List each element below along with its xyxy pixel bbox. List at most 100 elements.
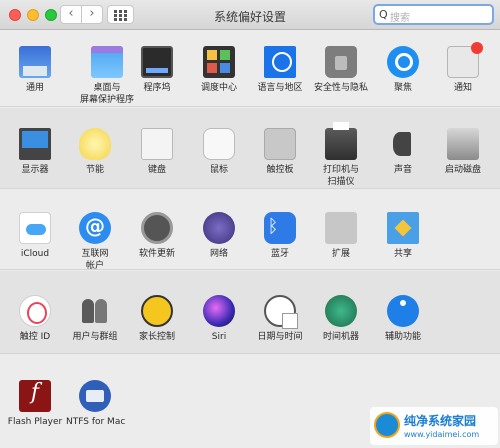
- pane-internet-accounts[interactable]: 互联网 帐户: [66, 212, 124, 272]
- pane-flash-player[interactable]: Flash Player: [6, 380, 64, 428]
- pane-label: 启动磁盘: [444, 165, 481, 175]
- bluetooth-icon: [264, 212, 296, 244]
- pane-extensions[interactable]: 扩展: [312, 212, 370, 260]
- software-update-icon: [141, 212, 173, 244]
- pane-label: 声音: [393, 165, 412, 175]
- users-groups-icon: [79, 295, 111, 327]
- pane-label: 显示器: [21, 165, 49, 175]
- parental-controls-icon: [141, 295, 173, 327]
- pane-sharing[interactable]: 共享: [374, 212, 432, 260]
- pane-label: 家长控制: [138, 332, 175, 342]
- dock-icon: [141, 46, 173, 78]
- search-placeholder: 搜索: [390, 13, 410, 24]
- pane-trackpad[interactable]: 触控板: [251, 128, 309, 176]
- pane-mission-control[interactable]: 调度中心: [190, 46, 248, 94]
- pane-label: 节能: [85, 165, 104, 175]
- pane-label: 键盘: [147, 165, 166, 175]
- search-field[interactable]: Q 搜索: [373, 4, 494, 25]
- pane-energy-saver[interactable]: 节能: [66, 128, 124, 176]
- general-icon: [19, 46, 51, 78]
- pane-sound[interactable]: 声音: [374, 128, 432, 176]
- mouse-icon: [203, 128, 235, 160]
- pane-label: 打印机与 扫描仪: [322, 165, 359, 187]
- pane-language-region[interactable]: 语言与地区: [251, 46, 309, 94]
- pane-touch-id[interactable]: 触控 ID: [6, 295, 64, 343]
- pane-label: iCloud: [20, 249, 50, 259]
- touch-id-icon: [19, 295, 51, 327]
- icloud-icon: [19, 212, 51, 244]
- pane-general[interactable]: 通用: [6, 46, 64, 94]
- flash-player-icon: [19, 380, 51, 412]
- pane-software-update[interactable]: 软件更新: [128, 212, 186, 260]
- pane-label: 蓝牙: [270, 249, 289, 259]
- section-system: 触控 ID 用户与群组 家长控制 Siri 日期与时间 时间机器 辅助功能: [0, 271, 500, 354]
- pane-label: 触控 ID: [19, 332, 51, 342]
- pane-ntfs-for-mac[interactable]: NTFS for Mac: [66, 380, 126, 428]
- pane-label: 日期与时间: [257, 332, 303, 342]
- watermark-title: 纯净系统家园: [404, 414, 477, 428]
- internet-accounts-icon: [79, 212, 111, 244]
- pane-label: 调度中心: [200, 83, 237, 93]
- security-privacy-icon: [325, 46, 357, 78]
- pane-label: 扩展: [331, 249, 350, 259]
- pane-displays[interactable]: 显示器: [6, 128, 64, 176]
- pane-dock[interactable]: 程序坞: [128, 46, 186, 94]
- pane-label: NTFS for Mac: [66, 417, 126, 427]
- pane-label: 触控板: [266, 165, 294, 175]
- pane-startup-disk[interactable]: 启动磁盘: [434, 128, 492, 176]
- extensions-icon: [325, 212, 357, 244]
- title-bar: ‹ › 系统偏好设置 Q 搜索: [0, 0, 500, 30]
- pane-accessibility[interactable]: 辅助功能: [374, 295, 432, 343]
- mission-control-icon: [203, 46, 235, 78]
- watermark-url: www.yidaimei.com: [404, 430, 480, 439]
- pane-label: 时间机器: [322, 332, 359, 342]
- pane-users-groups[interactable]: 用户与群组: [66, 295, 124, 343]
- energy-saver-icon: [79, 128, 111, 160]
- siri-icon: [203, 295, 235, 327]
- pane-label: 用户与群组: [72, 332, 118, 342]
- startup-disk-icon: [447, 128, 479, 160]
- pane-network[interactable]: 网络: [190, 212, 248, 260]
- pane-printers-scanners[interactable]: 打印机与 扫描仪: [312, 122, 370, 188]
- displays-icon: [19, 128, 51, 160]
- date-time-icon: [264, 295, 298, 329]
- pane-label: 网络: [209, 249, 228, 259]
- spotlight-icon: [387, 46, 419, 78]
- pane-label: 共享: [393, 249, 412, 259]
- pane-keyboard[interactable]: 键盘: [128, 128, 186, 176]
- pane-label: Flash Player: [7, 417, 63, 427]
- trackpad-icon: [264, 128, 296, 160]
- pane-label: Siri: [211, 332, 227, 342]
- pane-mouse[interactable]: 鼠标: [190, 128, 248, 176]
- pane-parental-controls[interactable]: 家长控制: [128, 295, 186, 343]
- pane-notifications[interactable]: 通知: [434, 42, 492, 94]
- desktop-screensaver-icon: [91, 46, 123, 78]
- pane-label: 互联网 帐户: [81, 249, 109, 271]
- pane-label: 通用: [25, 83, 44, 93]
- pane-label: 语言与地区: [257, 83, 303, 93]
- pane-security-privacy[interactable]: 安全性与隐私: [312, 46, 370, 94]
- watermark: 纯净系统家园 www.yidaimei.com: [370, 407, 498, 445]
- pane-spotlight[interactable]: 聚焦: [374, 46, 432, 94]
- pane-label: 辅助功能: [384, 332, 421, 342]
- time-machine-icon: [325, 295, 357, 327]
- accessibility-icon: [387, 295, 419, 327]
- pane-label: 程序坞: [143, 83, 171, 93]
- pane-label: 安全性与隐私: [313, 83, 368, 93]
- sharing-icon: [387, 212, 419, 244]
- sound-icon: [387, 128, 419, 160]
- pane-date-time[interactable]: 日期与时间: [251, 295, 309, 343]
- language-region-icon: [264, 46, 296, 78]
- keyboard-icon: [141, 128, 173, 160]
- section-internet: iCloud 互联网 帐户 软件更新 网络 蓝牙 扩展 共享: [0, 190, 500, 272]
- section-hardware: 显示器 节能 键盘 鼠标 触控板 打印机与 扫描仪 声音 启动磁盘: [0, 108, 500, 189]
- notifications-icon: [447, 42, 483, 78]
- pane-bluetooth[interactable]: 蓝牙: [251, 212, 309, 260]
- pane-icloud[interactable]: iCloud: [6, 212, 64, 260]
- pane-siri[interactable]: Siri: [190, 295, 248, 343]
- pane-time-machine[interactable]: 时间机器: [312, 295, 370, 343]
- ntfs-for-mac-icon: [79, 380, 111, 412]
- watermark-logo-icon: [374, 412, 400, 438]
- section-personal: 通用 桌面与 屏幕保护程序 程序坞 调度中心 语言与地区 安全性与隐私 聚焦 通…: [0, 31, 500, 107]
- pane-label: 通知: [453, 83, 472, 93]
